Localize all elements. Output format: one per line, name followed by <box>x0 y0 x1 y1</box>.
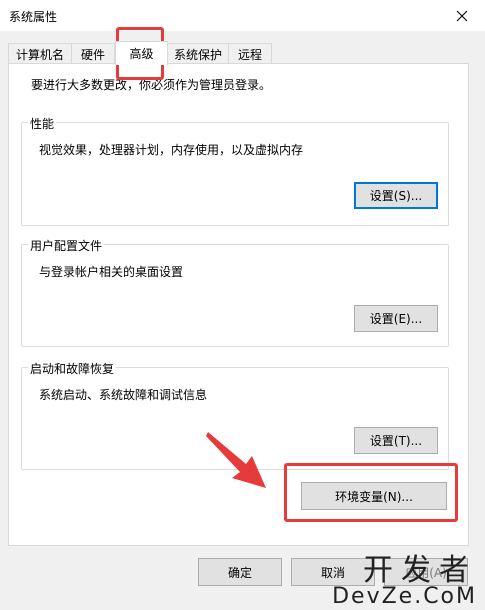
ok-button[interactable]: 确定 <box>198 558 282 586</box>
watermark-line2: DevZe.CoM <box>332 584 477 609</box>
tab-remote[interactable]: 远程 <box>228 43 272 64</box>
environment-variables-button[interactable]: 环境变量(N)... <box>301 482 447 510</box>
performance-settings-button[interactable]: 设置(S)... <box>354 182 438 209</box>
startup-recovery-group-label: 启动和故障恢复 <box>28 360 117 377</box>
user-profiles-description: 与登录帐户相关的桌面设置 <box>39 265 184 279</box>
pointer-arrow-icon <box>206 432 266 488</box>
performance-group: 性能 视觉效果，处理器计划，内存使用，以及虚拟内存 设置(S)... <box>21 115 449 226</box>
performance-description: 视觉效果，处理器计划，内存使用，以及虚拟内存 <box>39 143 304 157</box>
startup-recovery-settings-button[interactable]: 设置(T)... <box>354 427 438 454</box>
admin-note: 要进行大多数更改，你必须作为管理员登录。 <box>31 78 272 92</box>
tab-system-protection[interactable]: 系统保护 <box>167 43 229 64</box>
user-profiles-settings-button[interactable]: 设置(E)... <box>354 305 438 332</box>
close-icon <box>456 10 468 21</box>
watermark: 开发者 DevZe.CoM <box>332 556 477 608</box>
window-title: 系统属性 <box>9 10 58 24</box>
user-profiles-group-label: 用户配置文件 <box>28 237 105 254</box>
watermark-line1: 开发者 <box>363 553 477 588</box>
close-button[interactable] <box>439 0 485 31</box>
startup-recovery-description: 系统启动、系统故障和调试信息 <box>39 388 208 402</box>
system-properties-window: 系统属性 计算机名 硬件 高级 系统保护 远程 要进行大多数更改，你必须作为管理… <box>0 0 485 610</box>
performance-group-label: 性能 <box>28 115 57 132</box>
title-bar[interactable]: 系统属性 <box>0 0 485 31</box>
tab-hardware[interactable]: 硬件 <box>71 43 115 64</box>
user-profiles-group: 用户配置文件 与登录帐户相关的桌面设置 设置(E)... <box>21 237 449 347</box>
tab-advanced[interactable]: 高级 <box>115 41 168 65</box>
tab-computer-name[interactable]: 计算机名 <box>8 43 72 64</box>
